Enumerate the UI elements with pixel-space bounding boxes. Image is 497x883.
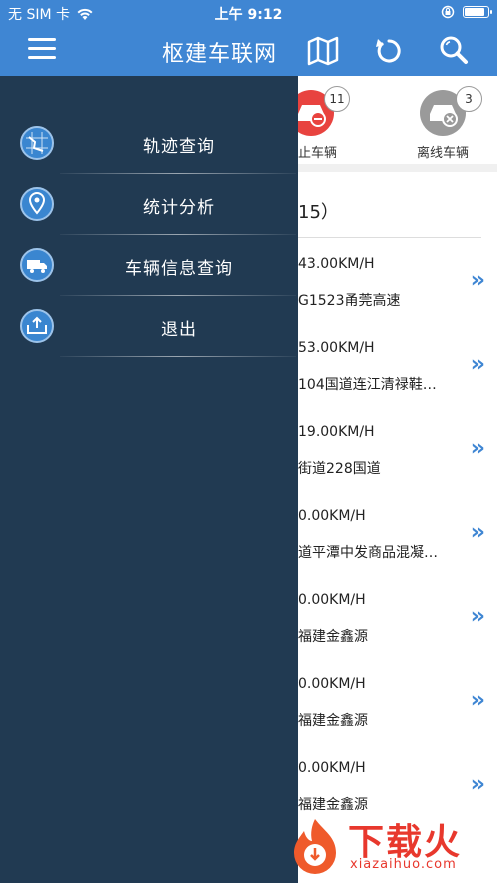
- map-button[interactable]: [306, 35, 340, 67]
- vehicle-address: G1523甬莞高速: [298, 293, 401, 309]
- offline-vehicle-icon: 3: [420, 86, 482, 136]
- vehicle-speed: 0.00KM/H: [298, 592, 366, 608]
- menu-button[interactable]: [28, 38, 56, 64]
- vehicle-list-title: 15）: [298, 202, 339, 223]
- rotation-lock-icon: [441, 5, 455, 19]
- battery-fill: [465, 8, 484, 16]
- drawer-item-label: 退出: [161, 320, 197, 340]
- drawer-item-track-query[interactable]: 轨迹查询: [0, 120, 298, 178]
- side-drawer: 轨迹查询 统计分析 车辆信息查询 退出: [0, 76, 298, 883]
- drawer-item-label: 车辆信息查询: [125, 259, 233, 279]
- chevron-right-icon[interactable]: »: [471, 688, 485, 713]
- watermark-site: xiazaihuo.com: [350, 857, 457, 872]
- stat-offline[interactable]: 3 离线车辆: [398, 86, 488, 161]
- vehicle-address: 福建金鑫源: [298, 713, 368, 729]
- vehicle-speed: 0.00KM/H: [298, 676, 366, 692]
- refresh-button[interactable]: [372, 35, 406, 67]
- search-button[interactable]: [438, 35, 472, 67]
- track-map-icon: [20, 126, 54, 160]
- app-header: 枢建车联网: [0, 26, 497, 76]
- offline-count-badge: 3: [456, 86, 482, 112]
- chevron-right-icon[interactable]: »: [471, 520, 485, 545]
- hamburger-line: [28, 38, 56, 41]
- chevron-right-icon[interactable]: »: [471, 436, 485, 461]
- drawer-item-vehicle-info[interactable]: 车辆信息查询: [0, 242, 298, 300]
- drawer-divider: [60, 295, 296, 296]
- vehicle-speed: 53.00KM/H: [298, 340, 375, 356]
- chevron-right-icon[interactable]: »: [471, 268, 485, 293]
- drawer-divider: [60, 234, 296, 235]
- watermark: 下载火 xiazaihuo.com: [284, 813, 489, 879]
- vehicle-address: 道平潭中发商品混凝…: [298, 545, 438, 561]
- hamburger-line: [28, 56, 56, 59]
- truck-icon: [20, 248, 54, 282]
- stat-label: 离线车辆: [416, 146, 469, 161]
- status-right: [441, 5, 492, 19]
- drawer-item-label: 统计分析: [143, 198, 215, 218]
- search-icon: [440, 36, 468, 64]
- map-icon: [307, 36, 339, 66]
- vehicle-speed: 0.00KM/H: [298, 760, 366, 776]
- flame-logo-icon: [294, 819, 336, 874]
- logout-icon: [20, 309, 54, 343]
- drawer-divider: [60, 356, 296, 357]
- hamburger-line: [28, 47, 56, 50]
- vehicle-speed: 0.00KM/H: [298, 508, 366, 524]
- status-bar: 无 SIM 卡 上午 9:12: [0, 0, 497, 26]
- location-pin-icon: [20, 187, 54, 221]
- drawer-divider: [60, 173, 296, 174]
- drawer-item-logout[interactable]: 退出: [0, 303, 298, 361]
- vehicle-address: 104国道连江清禄鞋…: [298, 377, 437, 393]
- vehicle-speed: 43.00KM/H: [298, 256, 375, 272]
- vehicle-address: 街道228国道: [298, 461, 381, 477]
- drawer-item-statistics[interactable]: 统计分析: [0, 181, 298, 239]
- chevron-right-icon[interactable]: »: [471, 604, 485, 629]
- vehicle-address: 福建金鑫源: [298, 629, 368, 645]
- refresh-icon: [376, 39, 401, 63]
- vehicle-speed: 19.00KM/H: [298, 424, 375, 440]
- vehicle-address: 福建金鑫源: [298, 797, 368, 813]
- divider: [298, 237, 481, 238]
- app-title: 枢建车联网: [162, 42, 278, 67]
- chevron-right-icon[interactable]: »: [471, 772, 485, 797]
- stopped-count-badge: 11: [324, 86, 350, 112]
- status-time: 上午 9:12: [214, 7, 283, 23]
- drawer-item-label: 轨迹查询: [143, 137, 215, 157]
- battery-icon: [463, 6, 492, 18]
- chevron-right-icon[interactable]: »: [471, 352, 485, 377]
